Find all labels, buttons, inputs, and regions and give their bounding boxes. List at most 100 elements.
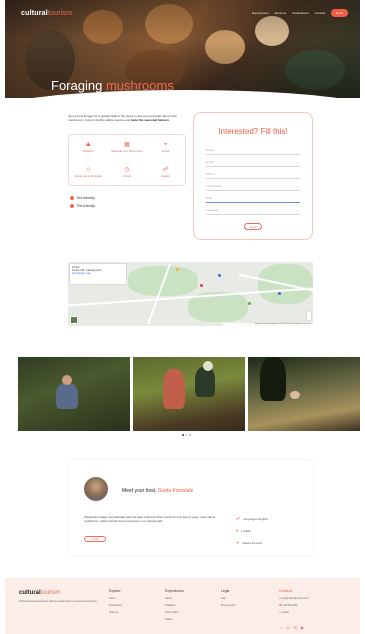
map-pin-icon[interactable] [248,302,251,305]
features-grid: ⛰ Outdoors ▦ Seasonal, from Sept to Nov … [68,134,186,186]
amenity-item: Pet friendly [70,204,95,208]
gallery-photo-group[interactable] [133,357,245,431]
map-satellite-toggle[interactable] [70,316,78,324]
feature-label: Outdoors [82,150,94,153]
location-icon: ⌖ [236,528,239,533]
host-fact-text: Nature & Forest [242,540,263,545]
footer-link[interactable]: Food & Wine [165,611,184,614]
pagination-dot[interactable] [185,434,187,436]
footer-column-legal: Legal FAQ Privacy policy [221,589,236,611]
photo-figure [203,361,213,371]
host-name: Guida Forestale [157,488,194,494]
feature-label: English [161,175,170,178]
contact-host-button[interactable]: Contact [84,536,106,542]
instagram-icon[interactable]: ◎ [286,625,290,630]
host-avatar [84,477,108,501]
send-button[interactable]: Send [244,223,262,230]
footer-heading: Legal [221,589,230,593]
host-fact: ✦ Nature & Forest [236,540,268,545]
map-pin-icon[interactable] [278,292,281,295]
feature-label: Groups up to 10 people [74,175,102,178]
map-pin-icon[interactable] [176,268,179,271]
footer-logo[interactable]: culturaltourism [19,590,60,596]
phone-field[interactable]: Phone [206,170,300,179]
feature-label: 3 hours [122,175,132,178]
host-fact: ☍ Languages: English [236,516,268,521]
form-title: Interested? Fill this! [218,127,288,136]
map-zoom-controls[interactable] [307,312,311,320]
footer-link[interactable]: About us [109,611,122,614]
social-links: f ◎ ✉ ▶ [281,625,304,630]
map-pin-icon[interactable] [200,284,203,287]
feature-item: ◷ 3 hours [108,160,147,185]
host-fact: ⌖ Locality [236,528,268,533]
participants-field[interactable]: Participants [206,182,300,191]
book-button[interactable]: Book [331,9,348,17]
gallery-photo-closeup[interactable] [248,357,360,431]
name-field[interactable]: Name [206,146,300,155]
feature-label: Seasonal, from Sept to Nov [111,150,143,153]
footer-link[interactable]: Home [109,597,122,600]
logo-accent: tourism [47,9,73,17]
photo-figure [260,357,286,401]
site-logo[interactable]: culturaltourism [21,10,72,17]
footer-contact: ⌖ Locality [279,611,309,614]
clock-icon: ◷ [124,167,130,173]
location-icon: ⌖ [163,142,168,148]
calendar-icon: ▦ [124,142,130,148]
footer-link[interactable]: Culture [165,618,184,621]
photo-figure [195,367,215,397]
amenity-label: Pet friendly [77,204,95,208]
nav-link-about[interactable]: About us [274,11,286,15]
amenity-item: Kid friendly [70,196,95,200]
pagination-dot[interactable] [189,434,191,436]
footer-description: Authentic local experiences with the peo… [19,600,98,603]
contact-phone[interactable]: +39 000 0000 [283,604,298,607]
host-title: Meet your host, Guida Forestale [122,488,193,494]
gallery-photo-forager[interactable] [18,357,130,431]
feature-item: ☺ Groups up to 10 people [69,160,108,185]
mail-icon[interactable]: ✉ [294,625,297,630]
language-icon: ☍ [236,516,241,521]
nav-link-destinations[interactable]: Destinations [292,11,309,15]
feature-item: ⌖ Forest [146,135,185,160]
location-map[interactable]: Forest Forest trail, meeting point View … [68,262,313,326]
message-field[interactable]: Message [206,206,300,215]
photo-gallery [18,357,360,431]
email-field[interactable]: Email [206,158,300,167]
map-pin-icon[interactable] [218,274,221,277]
hiking-icon: ⛰ [85,142,91,148]
footer-contact: ☎ +39 000 0000 [279,604,309,607]
map-attribution: Keyboard shortcuts Map data ©2023 Terms … [223,323,313,326]
star-icon: ✦ [236,540,240,545]
footer-link[interactable]: FAQ [221,597,236,600]
nav-link-contact[interactable]: Contact [315,11,325,15]
footer-link[interactable]: Experiences [109,604,122,607]
footer-link[interactable]: Traditions [165,604,184,607]
pagination-dot[interactable] [182,434,184,436]
hero-banner: culturaltourism Experiences About us Des… [5,0,360,98]
footer-contact: ✉ info@culturaltourism.com [279,597,309,600]
facebook-icon[interactable]: f [281,625,282,630]
footer-column-experiences: Experiences Nature Traditions Food & Win… [165,589,184,625]
host-description: Passionate forager and naturalist who ha… [84,515,216,523]
check-icon [70,196,74,200]
gallery-pagination[interactable] [182,434,191,436]
contact-email[interactable]: info@culturaltourism.com [282,597,309,600]
footer-logo-main: cultural [19,590,41,596]
intro-text: Join a local forager for a guided walk i… [68,114,186,122]
youtube-icon[interactable]: ▶ [301,625,304,630]
map-larger-link[interactable]: View larger map [72,272,124,275]
footer-link[interactable]: Nature [165,597,184,600]
logo-main: cultural [21,9,48,17]
footer-logo-accent: tourism [40,590,61,596]
photo-figure [290,391,300,399]
nav-link-experiences[interactable]: Experiences [252,11,269,15]
host-card: Meet your host, Guida Forestale Passiona… [68,460,313,555]
photo-figure [163,369,185,409]
host-title-main: Meet your host, [122,488,157,494]
feature-item: ⛰ Outdoors [69,135,108,160]
date-field[interactable]: Date [206,194,300,203]
footer-link[interactable]: Privacy policy [221,604,236,607]
footer-heading: Experiences [165,589,184,593]
